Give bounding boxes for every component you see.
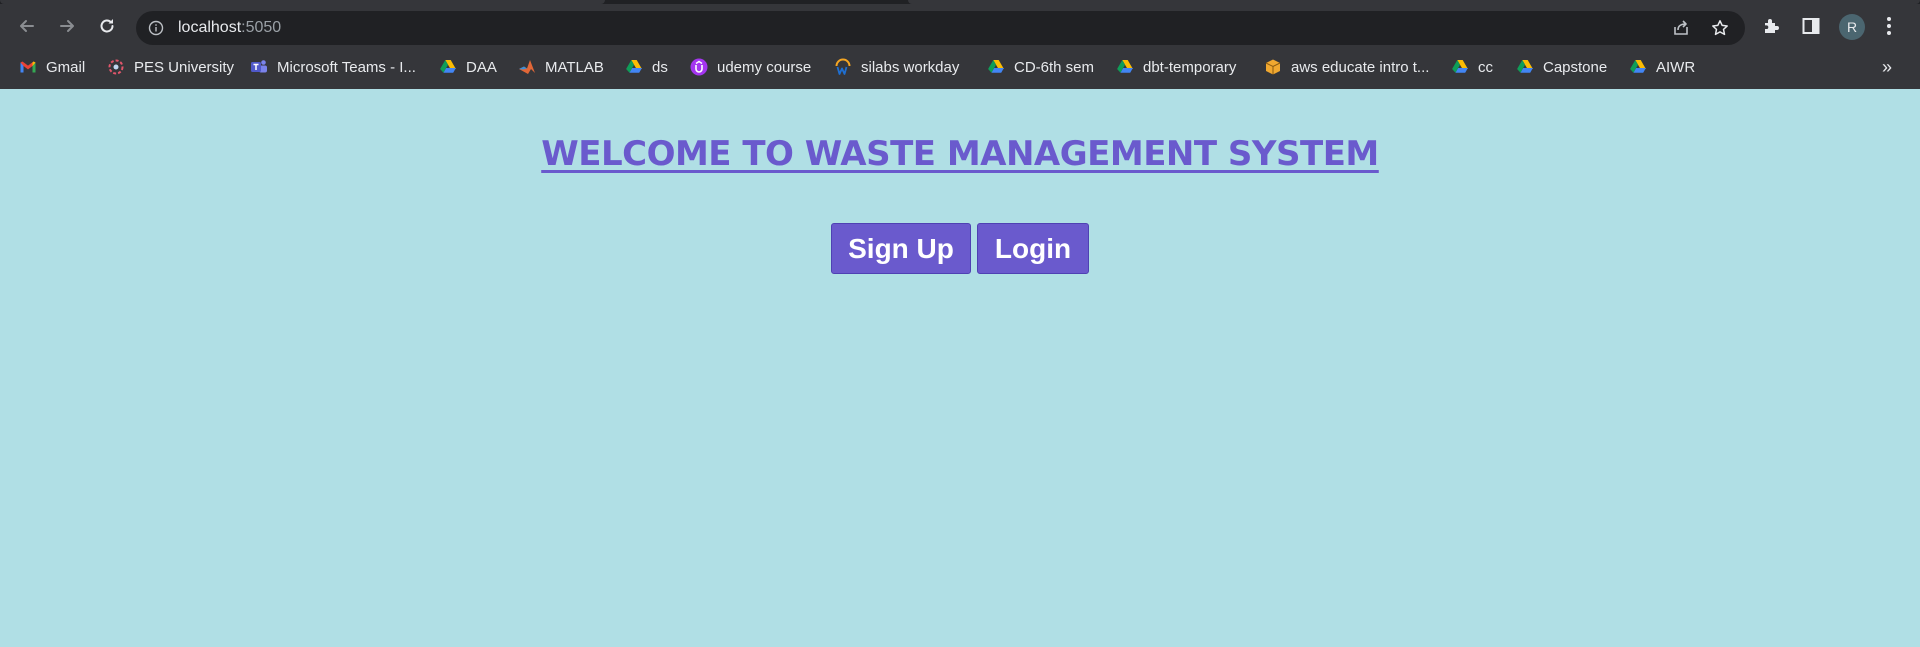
bookmark-microsoft-teams[interactable]: Microsoft Teams - I... xyxy=(250,52,416,82)
bookmarks-bar: Gmail PES University Microsoft Teams - I… xyxy=(0,52,1920,82)
bookmark-label: Capstone xyxy=(1543,58,1608,76)
share-icon[interactable] xyxy=(1672,19,1690,37)
back-button[interactable] xyxy=(11,10,43,42)
browser-toolbar: localhost:5050 R xyxy=(0,4,1920,48)
google-drive-icon xyxy=(1630,60,1646,73)
bookmark-label: PES University xyxy=(134,58,235,76)
address-bar[interactable]: localhost:5050 xyxy=(136,11,1745,45)
pes-university-icon xyxy=(108,59,124,75)
google-drive-icon xyxy=(1452,60,1468,73)
bookmark-aiwr[interactable]: AIWR xyxy=(1629,52,1695,82)
bookmark-matlab[interactable]: MATLAB xyxy=(518,52,604,82)
google-drive-icon xyxy=(1117,60,1133,73)
bookmarks-overflow-button[interactable]: » xyxy=(1882,57,1892,78)
profile-initial: R xyxy=(1846,19,1858,35)
aws-box-icon xyxy=(1265,59,1281,75)
bookmark-label: Gmail xyxy=(46,58,86,76)
auth-button-row: Sign Up Login xyxy=(0,223,1920,274)
address-url[interactable]: localhost:5050 xyxy=(178,19,281,37)
bookmark-silabs-workday[interactable]: silabs workday xyxy=(834,52,959,82)
page-content: WELCOME TO WASTE MANAGEMENT SYSTEM Sign … xyxy=(0,89,1920,647)
browser-chrome: localhost:5050 R Gmail PES University Mi… xyxy=(0,0,1920,89)
bookmark-label: CD-6th sem xyxy=(1014,58,1095,76)
bookmark-label: silabs workday xyxy=(861,58,960,76)
reload-icon xyxy=(100,19,114,33)
url-host: localhost xyxy=(178,19,242,36)
workday-icon xyxy=(835,58,851,75)
forward-arrow-icon xyxy=(60,20,74,32)
bookmark-dbt-temporary[interactable]: dbt-temporary xyxy=(1116,52,1236,82)
bookmark-daa[interactable]: DAA xyxy=(439,52,497,82)
bookmark-ds[interactable]: ds xyxy=(625,52,668,82)
extensions-puzzle-icon[interactable] xyxy=(1762,16,1782,36)
google-drive-icon xyxy=(626,60,642,73)
site-info-icon[interactable] xyxy=(148,20,164,36)
bookmark-label: MATLAB xyxy=(545,58,604,76)
google-drive-icon xyxy=(988,60,1004,73)
bookmark-aws-educate[interactable]: aws educate intro t... xyxy=(1264,52,1429,82)
bookmark-udemy-course[interactable]: udemy course xyxy=(690,52,811,82)
bookmark-label: dbt-temporary xyxy=(1143,58,1237,76)
google-drive-icon xyxy=(440,60,456,73)
reload-button[interactable] xyxy=(91,10,123,42)
bookmark-gmail[interactable]: Gmail xyxy=(19,52,85,82)
bookmark-label: cc xyxy=(1478,58,1493,76)
login-button[interactable]: Login xyxy=(977,223,1089,274)
url-port: :5050 xyxy=(241,19,282,36)
teams-icon xyxy=(251,60,267,73)
page-title: WELCOME TO WASTE MANAGEMENT SYSTEM xyxy=(0,134,1920,174)
bookmark-capstone[interactable]: Capstone xyxy=(1516,52,1607,82)
google-drive-icon xyxy=(1517,60,1533,73)
profile-avatar[interactable]: R xyxy=(1839,14,1865,40)
more-menu-icon[interactable] xyxy=(1886,16,1892,36)
back-arrow-icon xyxy=(20,20,34,32)
sign-up-button[interactable]: Sign Up xyxy=(831,223,971,274)
forward-button[interactable] xyxy=(51,10,83,42)
gmail-icon xyxy=(20,61,36,73)
matlab-icon xyxy=(519,60,535,74)
bookmark-cc[interactable]: cc xyxy=(1451,52,1493,82)
bookmark-label: aws educate intro t... xyxy=(1291,58,1430,76)
udemy-icon xyxy=(690,58,708,76)
bookmark-star-icon[interactable] xyxy=(1711,19,1729,37)
bookmark-label: udemy course xyxy=(717,58,812,76)
bookmark-cd-6th-sem[interactable]: CD-6th sem xyxy=(987,52,1094,82)
bookmark-pes-university[interactable]: PES University xyxy=(107,52,234,82)
page-title-link[interactable]: WELCOME TO WASTE MANAGEMENT SYSTEM xyxy=(541,134,1379,174)
bookmark-label: AIWR xyxy=(1656,58,1696,76)
bookmark-label: ds xyxy=(652,58,668,76)
side-panel-icon[interactable] xyxy=(1801,16,1821,36)
bookmark-label: Microsoft Teams - I... xyxy=(277,58,416,76)
bookmark-label: DAA xyxy=(466,58,497,76)
